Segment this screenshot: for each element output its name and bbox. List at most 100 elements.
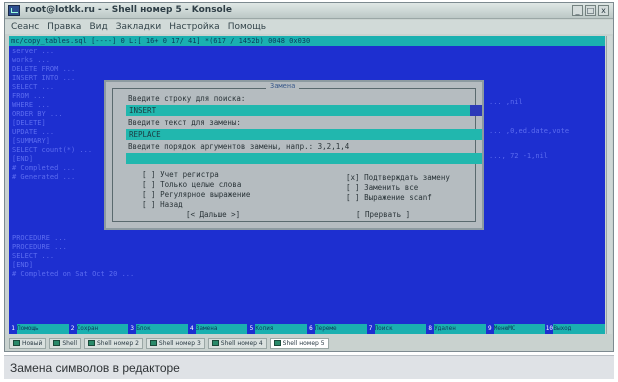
fkey-help[interactable]: 1 Помощь (9, 324, 69, 334)
tab-shell[interactable]: Shell (49, 337, 81, 349)
fkey-label: Сохран (76, 324, 129, 334)
editor-line-tail: ... ,nil (489, 98, 523, 106)
fkey-label: Поиск (374, 324, 427, 334)
editor-line: [END] (12, 261, 34, 269)
title-bar[interactable]: root@lotkk.ru - - Shell номер 5 - Konsol… (5, 3, 613, 19)
fkey-block[interactable]: 3 Блок (128, 324, 188, 334)
fkey-number: 7 (366, 324, 375, 334)
editor-line: [DELETE] (12, 119, 46, 127)
window-controls: _ □ x (572, 5, 609, 16)
search-label: Введите строку для поиска: (128, 94, 246, 103)
maximize-button[interactable]: □ (585, 5, 596, 16)
window-title: root@lotkk.ru - - Shell номер 5 - Konsol… (25, 5, 232, 15)
terminal-scrollbar[interactable] (606, 36, 612, 334)
fkey-replace[interactable]: 4 Замена (187, 324, 248, 334)
tab-shell-3[interactable]: Shell номер 3 (145, 337, 205, 349)
editor-line: # Completed ... (12, 164, 76, 172)
checkbox-mark: [ ] (142, 190, 156, 199)
backwards-checkbox[interactable]: [ ] Назад (142, 200, 183, 209)
editor-line: DELETE FROM ... (12, 65, 76, 73)
confirm-replace-checkbox[interactable]: [x] Подтверждать замену (346, 173, 450, 182)
konsole-app-icon[interactable] (8, 5, 20, 16)
fkey-number: 9 (485, 324, 494, 334)
fkey-number: 2 (68, 324, 77, 334)
terminal-icon (13, 340, 20, 346)
terminal-area[interactable]: mc/copy_tables.sql [----] 0 L:[ 16+ 0 17… (9, 36, 605, 334)
konsole-window: root@lotkk.ru - - Shell номер 5 - Konsol… (4, 2, 614, 352)
editor-line: SELECT ... (12, 83, 55, 91)
checkbox-mark: [ ] (142, 170, 156, 179)
close-button[interactable]: x (598, 5, 609, 16)
checkbox-label: Подтверждать замену (364, 173, 450, 182)
terminal-icon (211, 340, 219, 346)
replace-label: Введите текст для замены: (128, 118, 241, 127)
editor-line: PROCEDURE ... (12, 243, 67, 251)
fkey-label: Блок (136, 324, 188, 334)
checkbox-label: Заменить все (364, 183, 419, 192)
fkey-move[interactable]: 6 Переме (306, 324, 367, 334)
search-history-button[interactable] (470, 105, 482, 116)
fkey-number: 3 (128, 324, 137, 334)
args-input[interactable] (126, 153, 482, 164)
menu-bookmarks[interactable]: Закладки (116, 22, 162, 32)
cancel-button[interactable]: [ Прервать ] (356, 210, 410, 219)
checkbox-mark: [ ] (142, 200, 156, 209)
fkey-menu[interactable]: 9 МенюMC (485, 324, 546, 334)
replace-input[interactable]: REPLACE (126, 129, 482, 140)
checkbox-mark: [ ] (346, 193, 360, 202)
checkbox-label: Выражение scanf (364, 193, 432, 202)
fkey-label: Копия (255, 324, 307, 334)
tab-label: Shell номер 4 (220, 339, 263, 347)
fkey-label: Переме (314, 324, 367, 334)
menu-edit[interactable]: Правка (47, 22, 81, 32)
menu-session[interactable]: Сеанс (11, 22, 39, 32)
scanf-checkbox[interactable]: [ ] Выражение scanf (346, 193, 432, 202)
checkbox-label: Учет регистра (160, 170, 219, 179)
tab-label: Новый (22, 339, 43, 347)
fkey-label: Выход (553, 324, 605, 334)
search-input[interactable]: INSERT (126, 105, 470, 116)
fkey-label: Помощь (17, 324, 69, 334)
menu-view[interactable]: Вид (89, 22, 107, 32)
fkey-label: МенюMC (493, 324, 546, 334)
tab-shell-4[interactable]: Shell номер 4 (207, 337, 267, 349)
fkey-number: 4 (187, 324, 196, 334)
checkbox-mark: [ ] (346, 183, 360, 192)
fkey-quit[interactable]: 10 Выход (545, 324, 605, 334)
regex-checkbox[interactable]: [ ] Регулярное выражение (142, 190, 250, 199)
args-label: Введите порядок аргументов замены, напр.… (128, 142, 350, 151)
fkey-number: 8 (426, 324, 435, 334)
editor-line-tail: ..., 72 -1,nil (489, 152, 549, 160)
whole-words-checkbox[interactable]: [ ] Только целые слова (142, 180, 241, 189)
next-button[interactable]: [< Дальше >] (186, 210, 240, 219)
editor-line: UPDATE ... (12, 128, 55, 136)
tab-label: Shell номер 3 (158, 339, 201, 347)
fkey-label: Удален (434, 324, 486, 334)
minimize-button[interactable]: _ (572, 5, 583, 16)
tab-shell-2[interactable]: Shell номер 2 (84, 337, 143, 349)
editor-line: works ... (12, 56, 50, 64)
fkey-copy[interactable]: 5 Копия (247, 324, 307, 334)
case-sensitive-checkbox[interactable]: [ ] Учет регистра (142, 170, 219, 179)
editor-line: WHERE ... (12, 101, 50, 109)
replace-all-checkbox[interactable]: [ ] Заменить все (346, 183, 418, 192)
fkey-search[interactable]: 7 Поиск (366, 324, 427, 334)
tab-shell-5[interactable]: Shell номер 5 (269, 337, 329, 349)
tab-label: Shell (62, 339, 77, 347)
fkey-number: 10 (545, 324, 554, 334)
menu-help[interactable]: Помощь (228, 22, 266, 32)
editor-line: [SUMMARY] (12, 137, 50, 145)
function-key-bar: 1 Помощь 2 Сохран 3 Блок 4 Замена 5 Копия 6 Пе… (9, 324, 605, 334)
checkbox-label: Назад (160, 200, 183, 209)
editor-line: SELECT count(*) ... (12, 146, 93, 154)
fkey-save[interactable]: 2 Сохран (68, 324, 129, 334)
editor-line: FROM ... (12, 92, 46, 100)
tab-label: Shell номер 5 (282, 339, 325, 347)
replace-dialog: Замена Введите строку для поиска: INSERT… (104, 80, 484, 230)
menu-settings[interactable]: Настройка (169, 22, 220, 32)
tab-new[interactable]: Новый (9, 337, 47, 349)
checkbox-label: Регулярное выражение (160, 190, 251, 199)
terminal-icon (149, 340, 157, 346)
fkey-delete[interactable]: 8 Удален (426, 324, 486, 334)
checkbox-mark: [x] (346, 173, 360, 182)
